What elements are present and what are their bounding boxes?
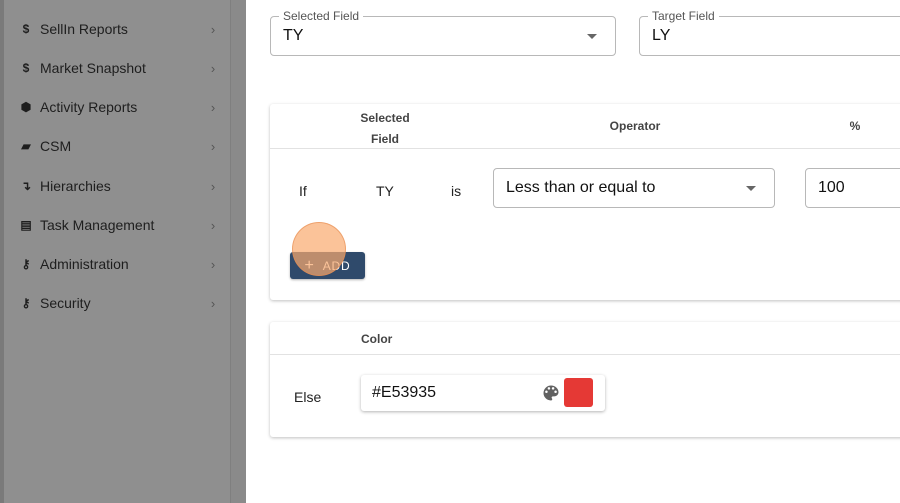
header-selected-line2: Field <box>370 132 399 146</box>
task-list-icon: ▤ <box>20 218 32 232</box>
rule-field-value: TY <box>376 183 394 199</box>
rules-header-divider <box>270 148 900 149</box>
cube-icon: ⬢ <box>20 100 32 114</box>
sidebar-item-label: Activity Reports <box>40 99 138 115</box>
target-field-input[interactable]: Target Field LY <box>639 9 900 56</box>
palette-icon[interactable] <box>541 383 561 403</box>
key-icon: ⚷ <box>21 296 31 310</box>
chevron-right-icon: › <box>210 217 216 233</box>
add-button-label: ADD <box>322 258 351 273</box>
sidebar-item-label: Security <box>40 295 91 311</box>
color-swatch[interactable] <box>564 378 593 407</box>
target-field-value: LY <box>652 27 671 44</box>
sidebar-item-hierarchies[interactable]: ↴ Hierarchies › <box>4 168 230 204</box>
sidebar-item-label: SellIn Reports <box>40 21 128 37</box>
selected-field-select[interactable]: Selected Field TY <box>270 9 616 56</box>
sidebar-item-task-management[interactable]: ▤ Task Management › <box>4 207 230 243</box>
selected-field-value: TY <box>283 27 304 44</box>
dollar-icon: $ <box>22 22 30 36</box>
add-button[interactable]: + ADD <box>290 252 365 279</box>
if-label: If <box>299 183 307 199</box>
sidebar-item-administration[interactable]: ⚷ Administration › <box>4 246 230 282</box>
chevron-right-icon: › <box>210 256 216 272</box>
dollar-icon: $ <box>22 61 30 75</box>
chevron-right-icon: › <box>210 138 216 154</box>
sidebar-item-label: Administration <box>40 256 129 272</box>
chevron-down-icon <box>587 34 597 39</box>
operator-select[interactable]: Less than or equal to <box>493 168 775 208</box>
book-icon: ▰ <box>21 139 31 153</box>
sidebar-item-activity-reports[interactable]: ⬢ Activity Reports › <box>4 89 230 125</box>
header-color: Color <box>361 332 393 346</box>
chevron-right-icon: › <box>210 295 216 311</box>
selected-field-legend: Selected Field <box>279 9 364 23</box>
chevron-right-icon: › <box>210 99 216 115</box>
sidebar-item-security[interactable]: ⚷ Security › <box>4 285 230 321</box>
arrow-down-icon: ↴ <box>20 179 32 193</box>
header-selected-line1: Selected <box>360 111 410 125</box>
chevron-right-icon: › <box>210 178 216 194</box>
chevron-down-icon <box>746 186 756 191</box>
sidebar-item-label: CSM <box>40 138 72 154</box>
sidebar-item-sellin-reports[interactable]: $ SellIn Reports › <box>4 11 230 47</box>
header-percent: % <box>849 119 861 133</box>
chevron-right-icon: › <box>210 60 216 76</box>
chevron-right-icon: › <box>210 21 216 37</box>
key-icon: ⚷ <box>21 257 31 271</box>
plus-icon: + <box>304 256 315 274</box>
sidebar-item-label: Task Management <box>40 217 155 233</box>
header-operator: Operator <box>609 119 661 133</box>
percent-input[interactable]: 100 <box>805 168 900 208</box>
sidebar-item-label: Hierarchies <box>40 178 111 194</box>
percent-value: 100 <box>818 179 845 196</box>
target-field-legend: Target Field <box>648 9 719 23</box>
operator-value: Less than or equal to <box>506 179 656 196</box>
sidebar-item-csm[interactable]: ▰ CSM › <box>4 128 230 164</box>
sidebar-item-market-snapshot[interactable]: $ Market Snapshot › <box>4 50 230 86</box>
is-label: is <box>451 183 462 199</box>
sidebar-rail <box>230 0 246 503</box>
else-label: Else <box>294 389 322 405</box>
header-selected-field: Selected Field <box>345 108 425 150</box>
sidebar-item-label: Market Snapshot <box>40 60 146 76</box>
else-header-divider <box>270 354 900 355</box>
color-input[interactable]: #E53935 <box>361 375 605 411</box>
color-value: #E53935 <box>372 384 437 401</box>
